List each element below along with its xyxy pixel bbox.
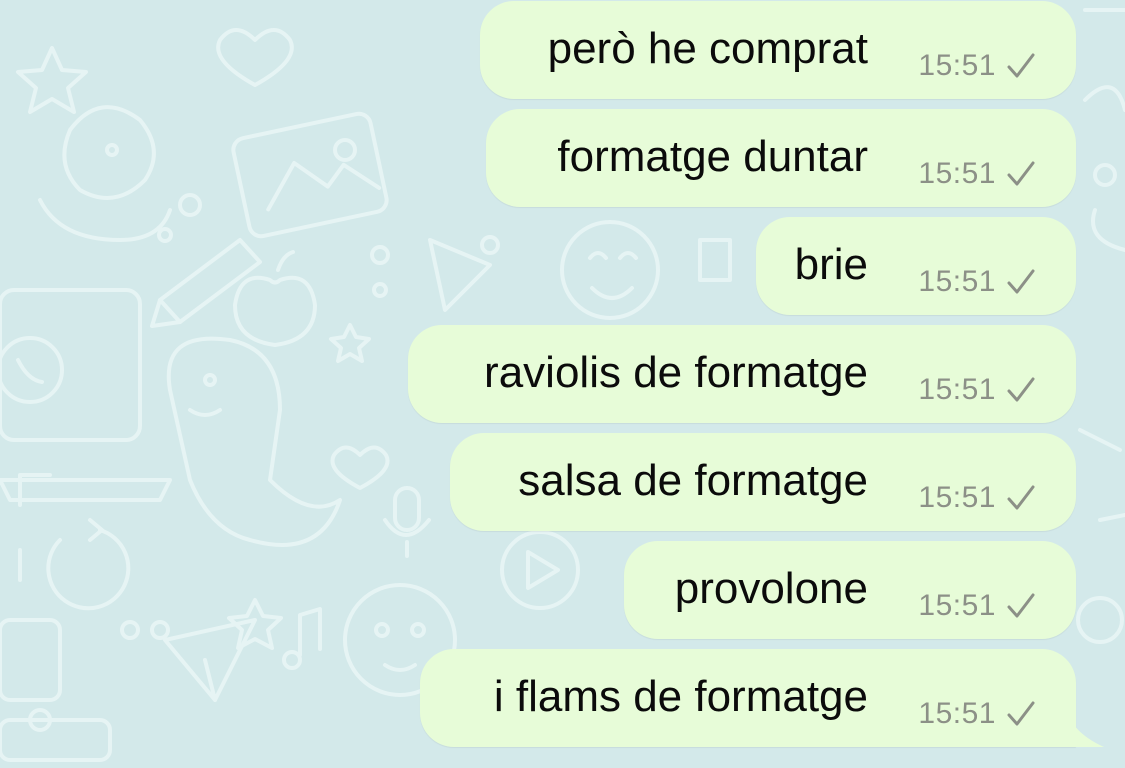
message-time: 15:51 <box>918 481 996 514</box>
message-text: salsa de formatge <box>518 456 868 505</box>
message-bubble[interactable]: salsa de formatge 15:51 <box>450 433 1076 531</box>
message-bubble[interactable]: provolone 15:51 <box>624 541 1076 639</box>
message-time: 15:51 <box>918 589 996 622</box>
message-meta: 15:51 <box>918 264 1036 300</box>
message-text: brie <box>794 240 868 289</box>
message-meta: 15:51 <box>918 588 1036 624</box>
message-meta: 15:51 <box>918 48 1036 84</box>
message-meta: 15:51 <box>918 372 1036 408</box>
message-bubble[interactable]: raviolis de formatge 15:51 <box>408 325 1076 423</box>
message-text: provolone <box>674 564 868 613</box>
sent-check-icon <box>1007 161 1035 186</box>
sent-check-icon <box>1007 53 1035 78</box>
message-bubble[interactable]: formatge duntar 15:51 <box>486 109 1076 207</box>
message-meta: 15:51 <box>918 480 1036 516</box>
sent-check-icon <box>1007 701 1035 726</box>
message-bubble[interactable]: brie 15:51 <box>756 217 1076 315</box>
message-meta: 15:51 <box>918 156 1036 192</box>
sent-check-icon <box>1007 269 1035 294</box>
message-bubble[interactable]: però he comprat 15:51 <box>480 1 1076 99</box>
message-time: 15:51 <box>918 157 996 190</box>
sent-check-icon <box>1007 593 1035 618</box>
message-time: 15:51 <box>918 265 996 298</box>
message-time: 15:51 <box>918 697 996 730</box>
bubble-tail <box>1064 701 1104 747</box>
message-meta: 15:51 <box>918 696 1036 732</box>
message-text: formatge duntar <box>557 132 868 181</box>
message-time: 15:51 <box>918 49 996 82</box>
message-bubble[interactable]: i flams de formatge 15:51 <box>420 649 1104 747</box>
message-text: però he comprat <box>547 24 868 73</box>
chat-message-list[interactable]: però he comprat 15:51 formatge duntar 15… <box>0 0 1125 768</box>
sent-check-icon <box>1007 377 1035 402</box>
message-text: i flams de formatge <box>493 672 868 721</box>
message-time: 15:51 <box>918 373 996 406</box>
message-text: raviolis de formatge <box>484 348 868 397</box>
sent-check-icon <box>1007 485 1035 510</box>
